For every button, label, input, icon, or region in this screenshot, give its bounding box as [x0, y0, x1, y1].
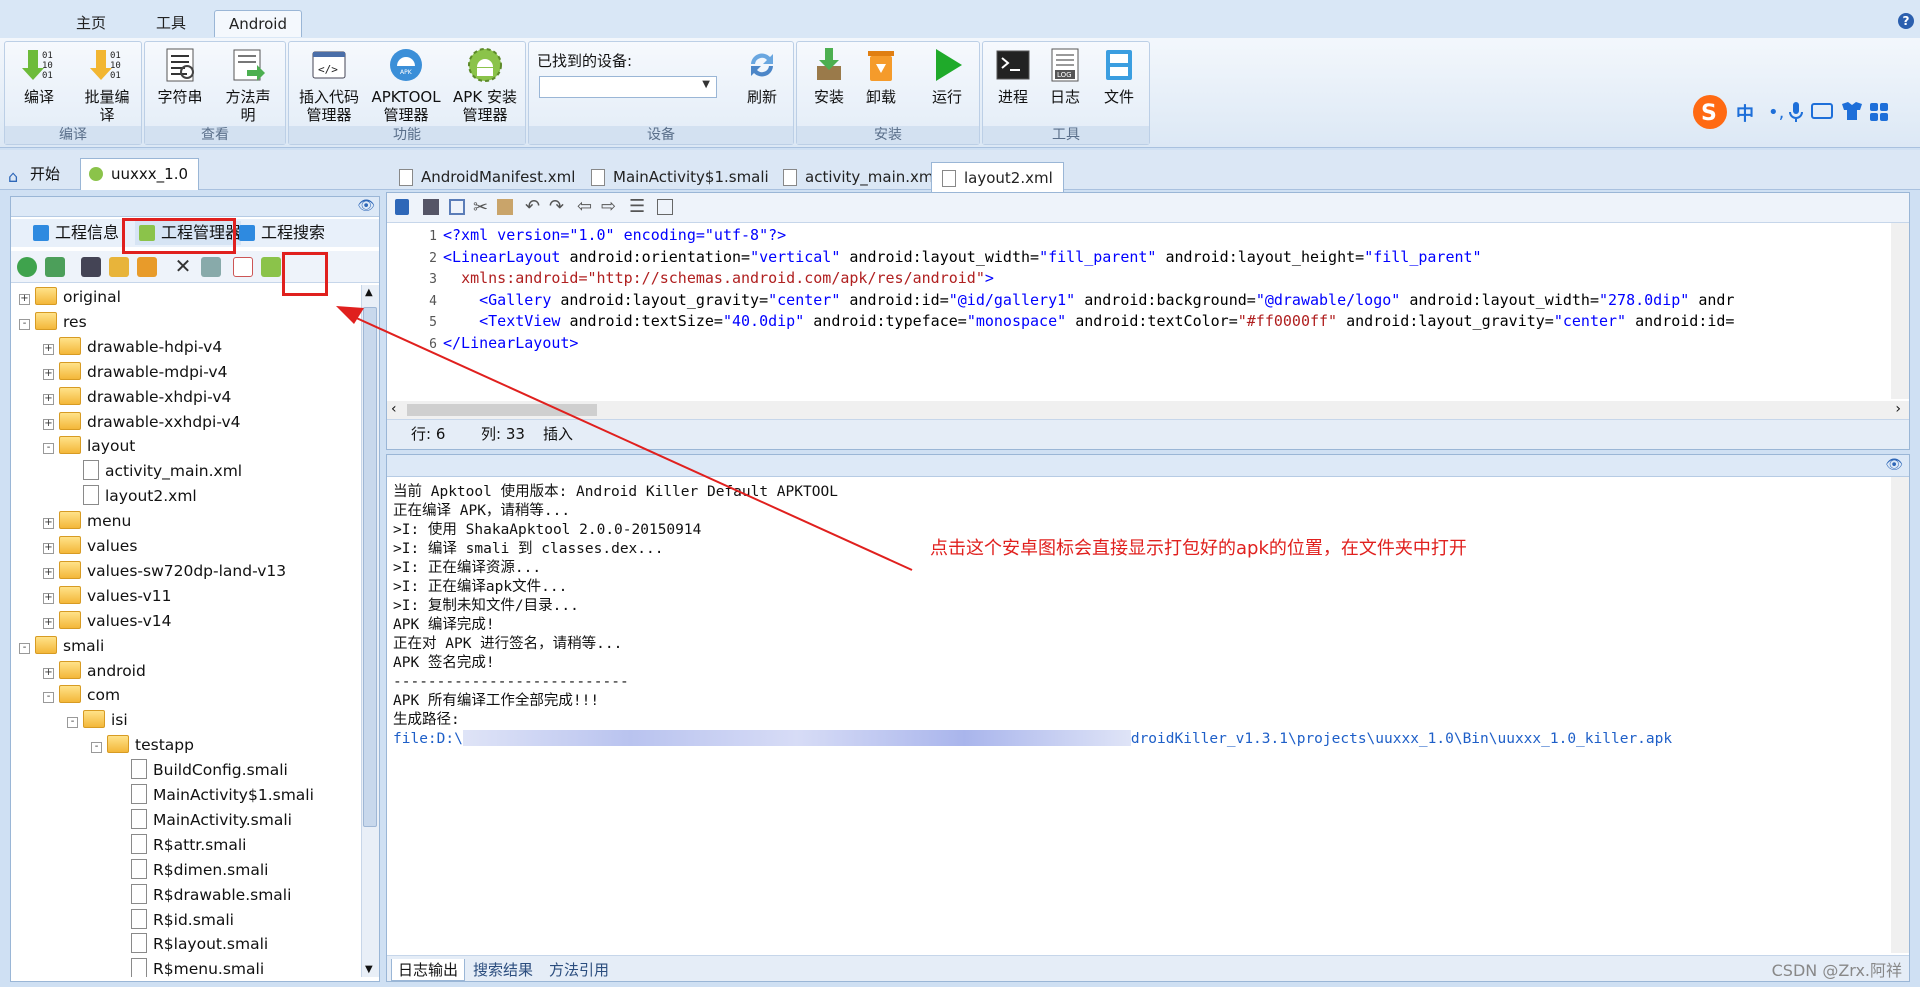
annotation-arrow	[336, 306, 913, 571]
android-killer-window: 主页 工具 Android ? 01 10 01 编译 01 10 01 批量编译 编译…	[0, 0, 1920, 987]
annotation-text: 点击这个安卓图标会直接显示打包好的apk的位置，在文件夹中打开	[930, 538, 1467, 559]
watermark: CSDN @Zrx.阿祥	[1771, 961, 1902, 980]
